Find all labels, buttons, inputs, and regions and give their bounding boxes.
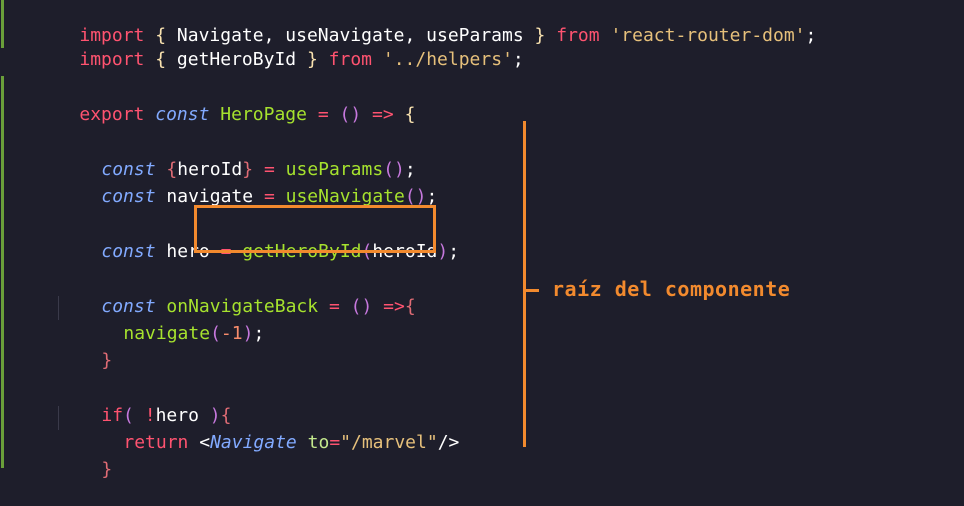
number: -1: [220, 323, 243, 344]
brace: {: [404, 104, 416, 125]
jsx-attribute: to: [307, 432, 330, 453]
code-line-2: import { getHeroById } from '../helpers'…: [36, 24, 523, 70]
code-line-9: }: [58, 325, 112, 371]
highlight-box: [194, 205, 436, 253]
annotation-bracket: [523, 121, 526, 447]
code-line-10: if( !hero ){: [58, 380, 231, 426]
operator: =: [328, 296, 340, 317]
function-name: navigate: [123, 323, 211, 344]
paren: ): [437, 241, 449, 262]
annotation-bracket-tick: [523, 289, 539, 292]
operator: =>: [383, 296, 405, 317]
parens: (): [339, 104, 362, 125]
semicolon: ;: [512, 49, 524, 70]
keyword: from: [328, 49, 373, 70]
keyword: const: [101, 241, 156, 262]
semicolon: ;: [253, 323, 265, 344]
code-line-3: export const HeroPage = () => {: [36, 79, 415, 125]
string: 'react-router-dom': [610, 25, 806, 46]
paren: (: [210, 323, 221, 344]
operator: =: [329, 432, 341, 453]
string: "/marvel": [340, 432, 438, 453]
keyword: const: [101, 186, 156, 207]
brace: }: [101, 350, 113, 371]
operator: =>: [372, 104, 394, 125]
code-line-11: return <Navigate to="/marvel"/>: [80, 407, 459, 453]
string: '../helpers': [382, 49, 513, 70]
code-editor[interactable]: import { Navigate, useNavigate, useParam…: [0, 0, 964, 480]
keyword: return: [123, 432, 189, 453]
code-line-1: import { Navigate, useNavigate, useParam…: [36, 0, 816, 46]
code-line-7: const onNavigateBack = () =>{: [58, 271, 415, 317]
operator: =: [263, 186, 275, 207]
git-change-marker: [1, 0, 4, 48]
function-name: useNavigate: [285, 186, 405, 207]
parens: (): [350, 296, 373, 317]
semicolon: ;: [426, 186, 438, 207]
code-line-12: }: [58, 434, 112, 480]
import-names: getHeroById: [166, 49, 307, 70]
code-line-4: const {heroId} = useParams();: [58, 134, 415, 180]
tag-bracket: <: [199, 432, 211, 453]
tag-bracket: />: [437, 432, 460, 453]
brace: {: [404, 296, 416, 317]
semicolon: ;: [805, 25, 817, 46]
operator: =: [317, 104, 329, 125]
semicolon: ;: [448, 241, 460, 262]
code-line-8: navigate(-1);: [80, 298, 264, 344]
jsx-tag: Navigate: [210, 432, 297, 453]
keyword: import: [79, 49, 145, 70]
paren: ): [242, 323, 254, 344]
identifier: HeroPage: [220, 104, 307, 125]
code-line-5: const navigate = useNavigate();: [58, 161, 437, 207]
brace: }: [534, 25, 546, 46]
brace: {: [155, 49, 167, 70]
keyword: export: [79, 104, 145, 125]
parens: (): [404, 186, 427, 207]
brace: }: [101, 459, 113, 480]
keyword: from: [556, 25, 600, 46]
keyword: const: [155, 104, 210, 125]
annotation-label: raíz del componente: [552, 277, 791, 301]
git-change-marker: [1, 76, 4, 468]
identifier: navigate: [166, 186, 254, 207]
brace: }: [306, 49, 318, 70]
